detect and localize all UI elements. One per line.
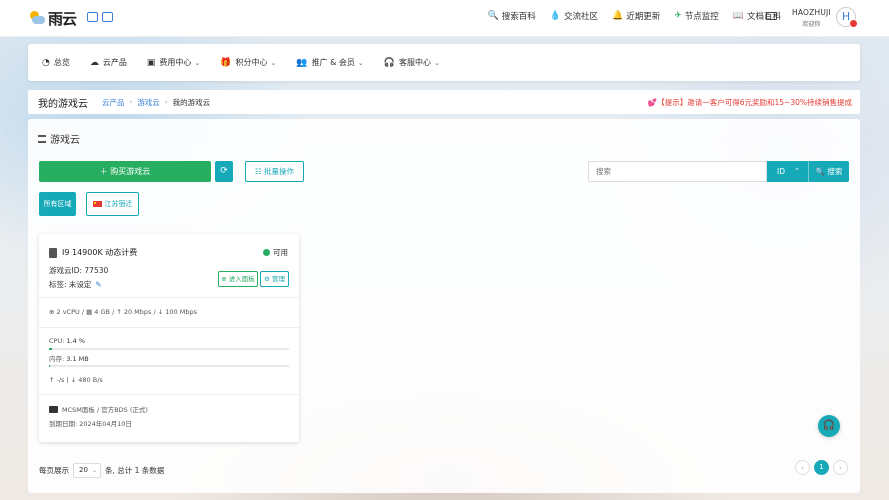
top-links: 🔍 搜索百科 💧 交流社区 🔔 近期更新 ✈ 节点监控 📖 文档百科 bbox=[474, 10, 782, 22]
next-page-button[interactable]: › bbox=[833, 460, 848, 475]
region-all[interactable]: 所有区域 bbox=[39, 192, 76, 216]
notification-dot bbox=[849, 19, 858, 28]
bell-icon: 🔔 bbox=[611, 11, 624, 21]
chevron-down-icon: ⌄ bbox=[91, 467, 97, 474]
page-title: 我的游戏云 bbox=[38, 98, 88, 110]
main-menu: ◔ 总览 ☁ 云产品 ▣ 费用中心 ⌄ 🎁 积分中心 ⌄ 👥 推广 & 会员 ⌄ 🎧 客服中心 ⌄ bbox=[28, 44, 860, 81]
search-input[interactable] bbox=[588, 161, 767, 182]
page-size-control: 每页展示 20 ⌄ 条, 总计 1 条数据 bbox=[39, 463, 164, 478]
page-button-current[interactable]: 1 bbox=[814, 460, 829, 475]
dashboard-icon: ◔ bbox=[42, 57, 50, 68]
cpu-usage-fill bbox=[49, 348, 53, 350]
page-size-select[interactable]: 20 ⌄ bbox=[73, 463, 101, 478]
card-icon[interactable] bbox=[102, 12, 113, 22]
buy-game-cloud-button[interactable]: ＋ 购买游戏云 bbox=[39, 161, 211, 182]
divider bbox=[39, 297, 299, 298]
chevron-right-icon: › bbox=[129, 98, 133, 106]
chevron-right-icon: › bbox=[164, 98, 168, 106]
chevron-down-icon: ⌄ bbox=[433, 58, 440, 67]
search-button[interactable]: 🔍 搜索 bbox=[808, 161, 849, 182]
instance-specs: ⊕ 2 vCPU / ▦ 4 GB / ↑ 20 Mbps / ↓ 100 Mb… bbox=[49, 308, 197, 316]
menu-overview[interactable]: ◔ 总览 bbox=[42, 57, 70, 68]
instance-card: I9 14900K 动态计费 可用 游戏云ID: 77530 标签: 未设定 ✎ … bbox=[39, 234, 299, 442]
promo-notice[interactable]: 💕【提示】邀请一客户可得6元奖励和15~30%持续销售提成 bbox=[648, 97, 852, 108]
game-cloud-panel: 游戏云 ＋ 购买游戏云 ⟳ ☷ 批量操作 ID⌃ 🔍 搜索 所有区域 江苏宿迁 … bbox=[28, 119, 860, 493]
network-traffic: ↑ -/s | ↓ 480 B/s bbox=[49, 376, 103, 384]
users-icon: 👥 bbox=[296, 57, 308, 68]
image-icon[interactable] bbox=[87, 12, 98, 22]
region-jiangsu-suqian[interactable]: 江苏宿迁 bbox=[86, 192, 139, 216]
breadcrumb-current: 我的游戏云 bbox=[172, 97, 211, 107]
user-name: HAOZHUJI bbox=[792, 8, 831, 17]
mail-icon[interactable] bbox=[766, 12, 777, 20]
user-subtitle: 欢迎你 bbox=[802, 21, 821, 28]
memory-usage-label: 内存: 3.1 MB bbox=[49, 355, 89, 363]
logo[interactable]: 雨云 bbox=[28, 8, 77, 29]
breadcrumb-cloud-products[interactable]: 云产品 bbox=[102, 97, 125, 108]
link-search-wiki[interactable]: 🔍 搜索百科 bbox=[488, 10, 536, 22]
link-community[interactable]: 💧 交流社区 bbox=[550, 10, 598, 22]
logo-text: 雨云 bbox=[48, 10, 77, 28]
top-bar: 雨云 🔍 搜索百科 💧 交流社区 🔔 近期更新 ✈ 节点监控 📖 文档百科 HAOZHUJ… bbox=[0, 0, 889, 37]
wallet-icon: ▣ bbox=[146, 57, 156, 68]
list-icon bbox=[38, 134, 46, 143]
drop-icon: 💧 bbox=[549, 11, 561, 21]
link-node-monitor[interactable]: ✈ 节点监控 bbox=[674, 10, 719, 22]
search-field-select[interactable]: ID ⌃ bbox=[767, 161, 808, 182]
cloud-icon: ☁ bbox=[89, 57, 99, 68]
pin-icon: ✈ bbox=[674, 11, 682, 21]
menu-billing[interactable]: ▣ 费用中心 ⌄ bbox=[147, 57, 200, 68]
instance-title: I9 14900K 动态计费 bbox=[49, 247, 137, 258]
cpu-chip-icon bbox=[49, 247, 57, 258]
prev-page-button[interactable]: ‹ bbox=[795, 460, 810, 475]
chevron-down-icon: ⌄ bbox=[357, 58, 364, 67]
divider bbox=[39, 394, 299, 395]
menu-promotion[interactable]: 👥 推广 & 会员 ⌄ bbox=[296, 57, 363, 68]
chevron-down-icon: ⌄ bbox=[270, 58, 277, 67]
floating-support-button[interactable]: 🎧 bbox=[818, 415, 840, 437]
batch-action-button[interactable]: ☷ 批量操作 bbox=[245, 161, 304, 182]
logo-icon bbox=[28, 10, 46, 27]
search-icon: 🔍 bbox=[487, 11, 499, 21]
edit-icon[interactable]: ✎ bbox=[95, 280, 101, 289]
instance-tag: 标签: 未设定 ✎ bbox=[49, 280, 102, 289]
headset-icon: 🎧 bbox=[383, 57, 395, 68]
status-badge: 可用 bbox=[263, 247, 288, 258]
cpu-usage-label: CPU: 1.4 % bbox=[49, 337, 86, 345]
user-info[interactable]: HAOZHUJI 欢迎你 bbox=[792, 8, 831, 28]
menu-support[interactable]: 🎧 客服中心 ⌄ bbox=[384, 57, 440, 68]
memory-usage-bar bbox=[49, 365, 289, 367]
instance-id: 游戏云ID: 77530 bbox=[49, 266, 109, 275]
os-icon bbox=[49, 405, 58, 413]
breadcrumb-bar: 我的游戏云 云产品 › 游戏云 › 我的游戏云 💕【提示】邀请一客户可得6元奖励… bbox=[28, 90, 860, 114]
instance-os: MCSM面板 / 官方BDS (正式) bbox=[49, 404, 148, 414]
chevron-up-icon: ⌃ bbox=[794, 167, 800, 175]
menu-points[interactable]: 🎁 积分中心 ⌄ bbox=[220, 57, 276, 68]
refresh-icon: ⟳ bbox=[220, 166, 228, 176]
breadcrumb-game-cloud[interactable]: 游戏云 bbox=[137, 97, 160, 108]
panel-title: 游戏云 bbox=[38, 131, 80, 146]
menu-cloud-products[interactable]: ☁ 云产品 bbox=[90, 57, 127, 68]
enter-panel-button[interactable]: ⊕ 进入面板 bbox=[218, 271, 258, 287]
chevron-down-icon: ⌄ bbox=[194, 58, 201, 67]
china-flag-icon bbox=[92, 201, 102, 207]
cpu-usage-bar bbox=[49, 348, 289, 350]
avatar[interactable]: H bbox=[836, 7, 858, 28]
divider bbox=[39, 327, 299, 328]
manage-button[interactable]: ⚙ 管理 bbox=[260, 271, 289, 287]
gift-icon: 🎁 bbox=[220, 57, 232, 68]
headset-icon: 🎧 bbox=[822, 420, 836, 431]
status-dot-icon bbox=[263, 249, 270, 256]
book-icon: 📖 bbox=[732, 11, 744, 21]
link-updates[interactable]: 🔔 近期更新 bbox=[612, 10, 660, 22]
expire-date: 到期日期: 2024年04月10日 bbox=[49, 420, 132, 428]
refresh-button[interactable]: ⟳ bbox=[215, 161, 233, 182]
